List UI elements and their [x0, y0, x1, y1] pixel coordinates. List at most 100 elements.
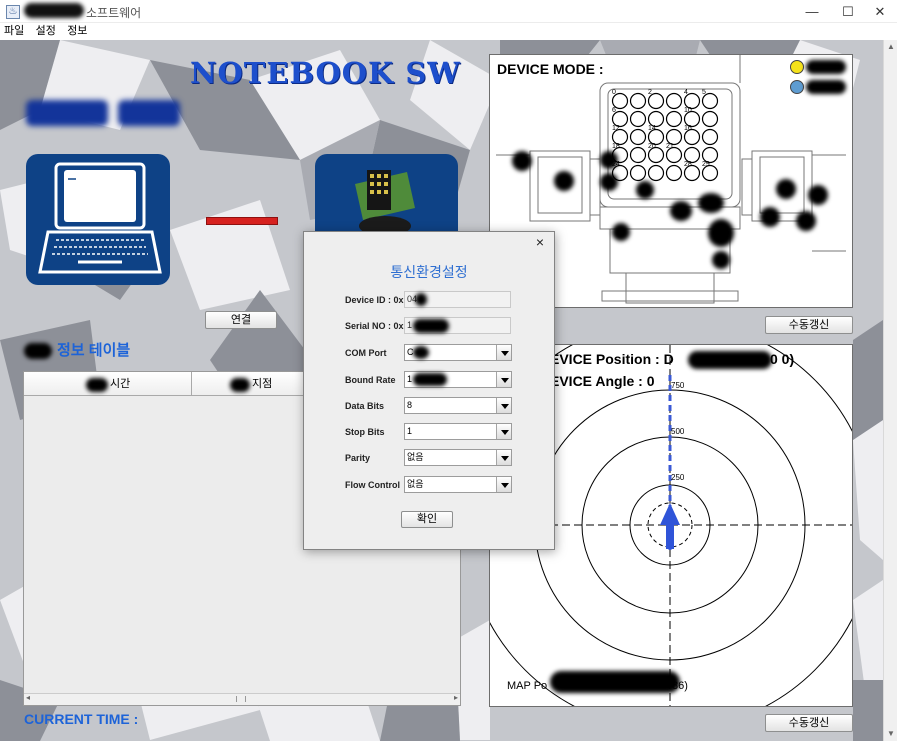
led-cell-number: 21 — [666, 143, 674, 150]
maximize-button[interactable]: ☐ — [830, 0, 866, 23]
redacted-title-blur — [24, 3, 84, 18]
redaction-blob — [776, 179, 796, 199]
refresh-device-button[interactable]: 수동갱신 — [765, 316, 853, 334]
led-cell-3 — [665, 92, 683, 110]
table-header-location[interactable]: 지점 — [192, 372, 304, 396]
led-cell-number: 6 — [612, 107, 616, 114]
stop-bits-select[interactable]: 1 — [404, 423, 512, 440]
chevron-down-icon[interactable] — [496, 477, 511, 492]
chevron-down-icon[interactable] — [496, 424, 511, 439]
redaction-blob — [612, 223, 630, 241]
dialog-title: 통신환경설정 — [390, 264, 468, 280]
app-logo-text: NOTEBOOK SW — [190, 56, 461, 90]
redacted-logo-blur-1 — [26, 100, 108, 126]
chevron-down-icon[interactable] — [496, 450, 511, 465]
led-cell-number: 4 — [684, 89, 688, 96]
redacted-position-value — [688, 351, 772, 369]
led-cell-number: 28 — [684, 161, 692, 168]
table-header-time[interactable]: 시간 — [24, 372, 192, 396]
scroll-down-icon[interactable]: ▼ — [884, 727, 897, 741]
led-cell-number: 10 — [684, 107, 692, 114]
device-card — [315, 154, 458, 236]
redaction-blob — [808, 185, 828, 205]
device-id-label: Device ID : 0x — [345, 295, 404, 305]
minimize-button[interactable]: — — [794, 0, 830, 23]
current-time-label: CURRENT TIME : — [24, 711, 139, 727]
ring-label-750: 750 — [671, 381, 685, 390]
device-position-value: 0 0) — [770, 351, 795, 367]
redaction-blob — [796, 211, 816, 231]
bound-rate-value: 1 — [407, 374, 413, 384]
stop-bits-label: Stop Bits — [345, 427, 385, 437]
redaction-blob — [512, 151, 532, 171]
led-cell-19 — [629, 146, 647, 164]
refresh-map-button[interactable]: 수동갱신 — [765, 714, 853, 732]
redacted-header-prefix — [230, 378, 250, 392]
serial-no-value: 1 — [407, 320, 413, 330]
parity-select[interactable]: 없음 — [404, 449, 512, 466]
bound-rate-label: Bound Rate — [345, 375, 396, 385]
serial-no-field[interactable]: 1 — [404, 317, 511, 334]
led-cell-number: 18 — [612, 143, 620, 150]
scroll-thumb-grip[interactable] — [236, 696, 246, 702]
close-button[interactable]: ✕ — [862, 0, 897, 23]
redaction-blob — [413, 373, 447, 386]
led-cell-17 — [701, 128, 719, 146]
redaction-blob — [760, 207, 780, 227]
menu-file[interactable]: 파일 — [0, 23, 28, 40]
redaction-blob — [554, 171, 574, 191]
led-cell-number: 29 — [702, 161, 710, 168]
data-bits-select[interactable]: 8 — [404, 397, 512, 414]
notebook-card — [26, 154, 170, 285]
menu-bar: 파일 설정 정보 — [0, 23, 897, 40]
led-cell-number: 5 — [702, 89, 706, 96]
redacted-logo-blur-2 — [118, 100, 180, 126]
ok-button[interactable]: 확인 — [401, 511, 453, 528]
menu-info[interactable]: 정보 — [63, 23, 91, 40]
bound-rate-select[interactable]: 1 — [404, 371, 512, 388]
connect-button[interactable]: 연결 — [205, 311, 277, 329]
led-cell-number: 2 — [648, 89, 652, 96]
ring-label-500: 500 — [671, 427, 685, 436]
com-port-select[interactable]: C — [404, 344, 512, 361]
led-cell-number: 0 — [612, 89, 616, 96]
laptop-icon — [38, 162, 162, 274]
parity-label: Parity — [345, 453, 371, 463]
led-cell-13 — [629, 128, 647, 146]
serial-no-label: Serial NO : 0x — [345, 321, 404, 331]
flow-control-label: Flow Control — [345, 480, 400, 490]
table-section-title: 정보 테이블 — [57, 342, 131, 359]
led-cell-11 — [701, 110, 719, 128]
column-location-label: 지점 — [252, 378, 273, 390]
redacted-map-footer-value — [550, 671, 680, 693]
redaction-blob — [413, 319, 449, 333]
java-app-icon: ♨ — [6, 5, 20, 19]
scroll-left-icon[interactable]: ◂ — [26, 693, 30, 702]
led-cell-number: 12 — [612, 125, 620, 132]
table-horizontal-scrollbar[interactable]: ◂ ▸ — [24, 693, 460, 705]
redacted-header-prefix — [86, 378, 108, 392]
redaction-blob — [712, 251, 730, 269]
scroll-up-icon[interactable]: ▲ — [884, 40, 897, 54]
redaction-blob — [636, 181, 654, 199]
redacted-section-prefix — [24, 343, 52, 359]
com-port-label: COM Port — [345, 348, 387, 358]
led-cell-number: 14 — [648, 125, 656, 132]
device-id-field[interactable]: 04 — [404, 291, 511, 308]
scroll-right-icon[interactable]: ▸ — [454, 693, 458, 702]
redaction-blob — [600, 173, 618, 191]
chevron-down-icon[interactable] — [496, 372, 511, 387]
chevron-down-icon[interactable] — [496, 345, 511, 360]
window-vertical-scrollbar[interactable]: ▲ ▼ — [883, 40, 897, 741]
column-time-label: 시간 — [110, 378, 131, 390]
device-angle-label: EVICE Angle : 0 — [550, 373, 655, 389]
title-bar: ♨ 소프트웨어 — ☐ ✕ — [0, 0, 897, 23]
dialog-close-button[interactable]: × — [532, 234, 548, 250]
chevron-down-icon[interactable] — [496, 398, 511, 413]
led-cell-number: 20 — [648, 143, 656, 150]
led-cell-27 — [665, 164, 683, 182]
flow-control-select[interactable]: 없음 — [404, 476, 512, 493]
menu-settings[interactable]: 설정 — [32, 23, 60, 40]
redaction-blob — [708, 219, 734, 247]
device-heading-arrow — [660, 503, 680, 549]
